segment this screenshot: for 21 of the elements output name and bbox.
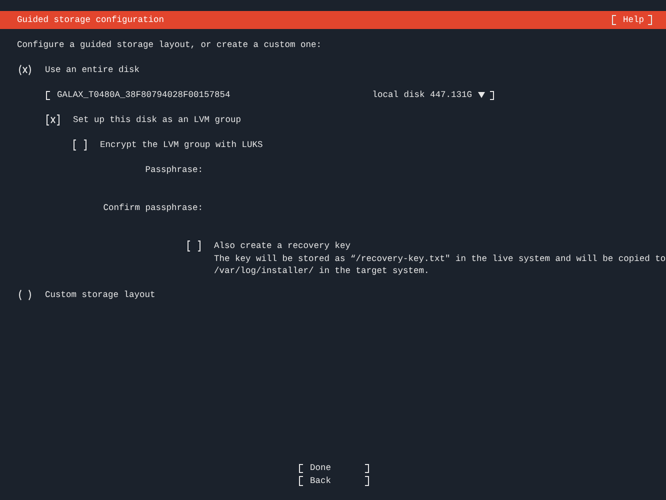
- disk-dropdown[interactable]: GALAX_T0480A_38F80794028F00157854 local disk 447.131G: [45, 89, 495, 102]
- back-button[interactable]: Back: [298, 474, 370, 487]
- field-label: Confirm passphrase:: [102, 202, 203, 214]
- radio-button[interactable]: [17, 64, 33, 76]
- checkbox[interactable]: [72, 139, 88, 152]
- screen-title: Guided storage configuration: [17, 14, 164, 26]
- description-text: /var/log/installer/ in the target system.: [214, 265, 430, 278]
- option-label: Custom storage layout: [45, 289, 156, 302]
- option-label: Use an entire disk: [45, 64, 140, 76]
- instruction-text: Configure a guided storage layout, or create a custom one:: [17, 39, 322, 52]
- option-label: Encrypt the LVM group with LUKS: [100, 139, 263, 152]
- description-text: The key will be stored as “/recovery-key.txt" in the live system and will be copied to: [214, 252, 666, 265]
- caret-icon: [478, 92, 485, 98]
- option-label: Set up this disk as an LVM group: [73, 114, 242, 126]
- radio-button[interactable]: [17, 289, 33, 302]
- checkbox[interactable]: [186, 240, 202, 252]
- checkbox[interactable]: [45, 114, 61, 126]
- done-button[interactable]: Done: [298, 462, 370, 474]
- option-label: Also create a recovery key: [214, 240, 351, 252]
- field-label: Passphrase:: [144, 164, 203, 176]
- help-button[interactable]: Help: [611, 14, 653, 26]
